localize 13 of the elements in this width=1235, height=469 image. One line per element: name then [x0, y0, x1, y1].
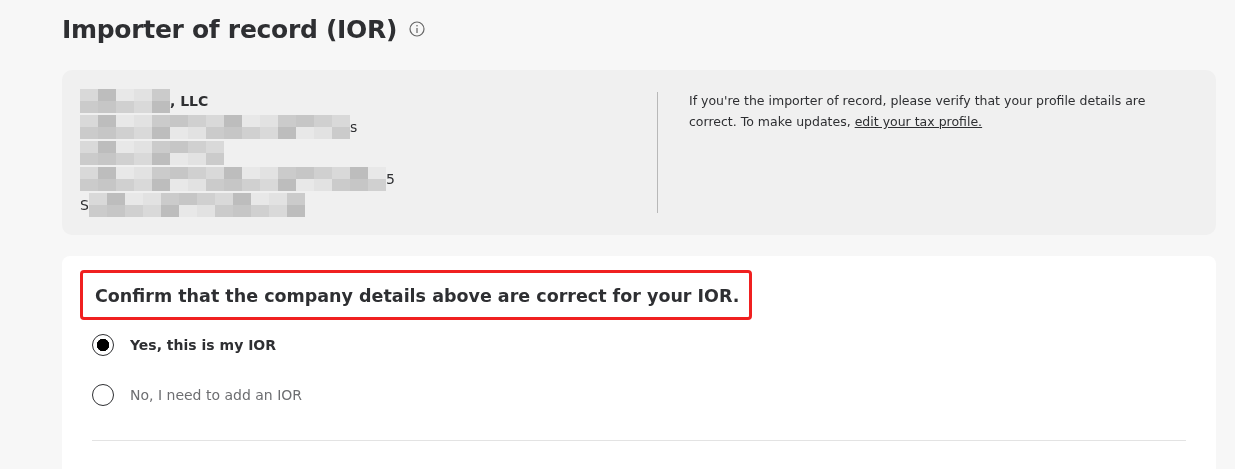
- page-title: Importer of record (IOR): [62, 14, 398, 44]
- address-fragment: S: [80, 196, 89, 213]
- verify-note: If you're the importer of record, please verify that your profile details are correct. To make updates, edit your tax profile.: [689, 92, 1147, 131]
- confirm-question: Confirm that the company details above are correct for your IOR.: [95, 286, 740, 306]
- address-fragment: s: [350, 118, 358, 135]
- info-icon[interactable]: [409, 21, 426, 37]
- radio-label[interactable]: No, I need to add an IOR: [130, 387, 303, 403]
- address-fragment: 5: [386, 170, 395, 187]
- radio-label[interactable]: Yes, this is my IOR: [130, 337, 277, 353]
- radio-button[interactable]: [92, 334, 114, 356]
- address-fragment: , LLC: [170, 92, 209, 109]
- radio-button[interactable]: [92, 384, 114, 406]
- edit-tax-profile-link[interactable]: edit your tax profile.: [854, 114, 983, 129]
